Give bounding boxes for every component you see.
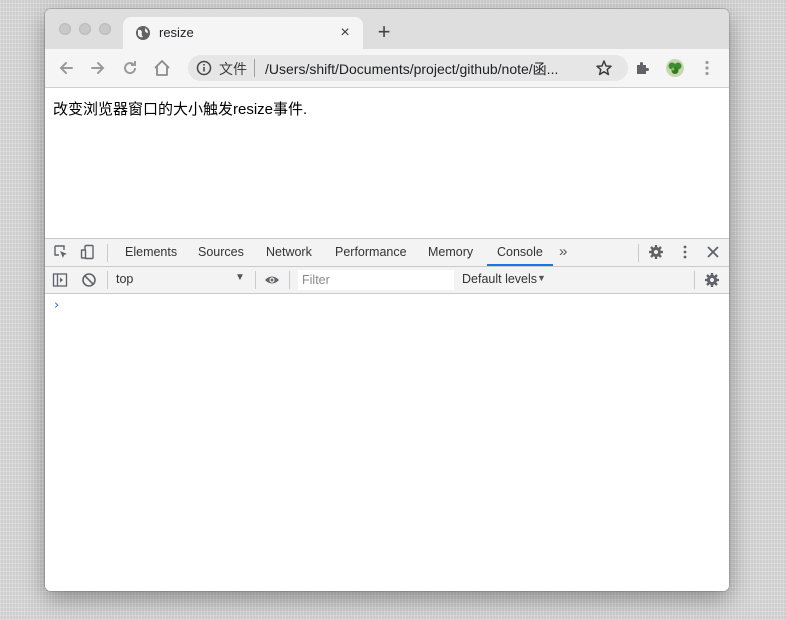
close-devtools-icon[interactable]: [705, 244, 721, 260]
clear-console-icon[interactable]: [81, 272, 97, 288]
zoom-window-button[interactable]: [99, 23, 111, 35]
console-toolbar: top ▼ Default levels ▼: [45, 267, 729, 294]
sidebar-toggle-icon[interactable]: [52, 272, 68, 288]
bookmark-star-icon[interactable]: [594, 58, 614, 78]
devtools-divider: [107, 271, 108, 289]
console-settings-gear-icon[interactable]: [704, 272, 720, 288]
tab-strip: resize × +: [45, 9, 729, 49]
live-expression-eye-icon[interactable]: [264, 272, 280, 288]
console-prompt-chevron-icon: ›: [54, 298, 60, 313]
devtools-tab-bar: Elements Sources Network Performance Mem…: [45, 239, 729, 267]
extensions-puzzle-icon[interactable]: [633, 58, 653, 78]
console-output[interactable]: ›: [45, 294, 729, 591]
log-levels-dropdown[interactable]: Default levels: [462, 272, 537, 286]
devtools-divider: [638, 244, 639, 262]
page-text: 改变浏览器窗口的大小触发resize事件.: [53, 101, 308, 118]
more-tabs-icon[interactable]: »: [559, 243, 567, 260]
devtools-panel: Elements Sources Network Performance Mem…: [45, 238, 729, 591]
tab-performance[interactable]: Performance: [335, 239, 407, 266]
address-bar[interactable]: 文件 /Users/shift/Documents/project/github…: [188, 55, 628, 81]
chevron-down-icon: ▼: [537, 273, 546, 283]
settings-gear-icon[interactable]: [648, 244, 664, 260]
page-viewport: 改变浏览器窗口的大小触发resize事件.: [45, 88, 729, 238]
devtools-menu-icon[interactable]: [677, 244, 693, 260]
globe-icon: [135, 25, 151, 41]
tab-memory[interactable]: Memory: [428, 239, 473, 266]
close-window-button[interactable]: [59, 23, 71, 35]
back-arrow-icon[interactable]: [56, 58, 76, 78]
forward-arrow-icon[interactable]: [88, 58, 108, 78]
reload-icon[interactable]: [120, 58, 140, 78]
devtools-divider: [289, 271, 290, 289]
tab-network[interactable]: Network: [266, 239, 312, 266]
devtools-divider: [255, 271, 256, 289]
inspect-element-icon[interactable]: [53, 244, 69, 260]
close-tab-icon[interactable]: ×: [337, 25, 353, 41]
home-icon[interactable]: [152, 58, 172, 78]
tab-sources[interactable]: Sources: [198, 239, 244, 266]
tab-console[interactable]: Console: [487, 239, 553, 266]
tab-elements[interactable]: Elements: [125, 239, 177, 266]
url-text[interactable]: /Users/shift/Documents/project/github/no…: [265, 59, 577, 79]
omnibox-divider: [254, 59, 255, 77]
devtools-divider: [107, 244, 108, 262]
device-toolbar-icon[interactable]: [80, 244, 96, 260]
devtools-divider: [694, 271, 695, 289]
filter-input[interactable]: [298, 270, 454, 290]
scheme-label: 文件: [219, 61, 247, 77]
new-tab-button[interactable]: +: [375, 21, 393, 43]
browser-menu-icon[interactable]: [697, 58, 717, 78]
chevron-down-icon: ▼: [235, 272, 245, 283]
browser-tab[interactable]: resize ×: [123, 17, 363, 49]
browser-window: resize × + 文件 /Users/shift/Documents/pro…: [45, 9, 729, 591]
profile-avatar-icon[interactable]: [665, 58, 685, 78]
browser-toolbar: 文件 /Users/shift/Documents/project/github…: [45, 49, 729, 88]
context-selector[interactable]: top: [116, 272, 246, 288]
info-icon[interactable]: [196, 60, 212, 76]
tab-title: resize: [159, 25, 194, 40]
minimize-window-button[interactable]: [79, 23, 91, 35]
